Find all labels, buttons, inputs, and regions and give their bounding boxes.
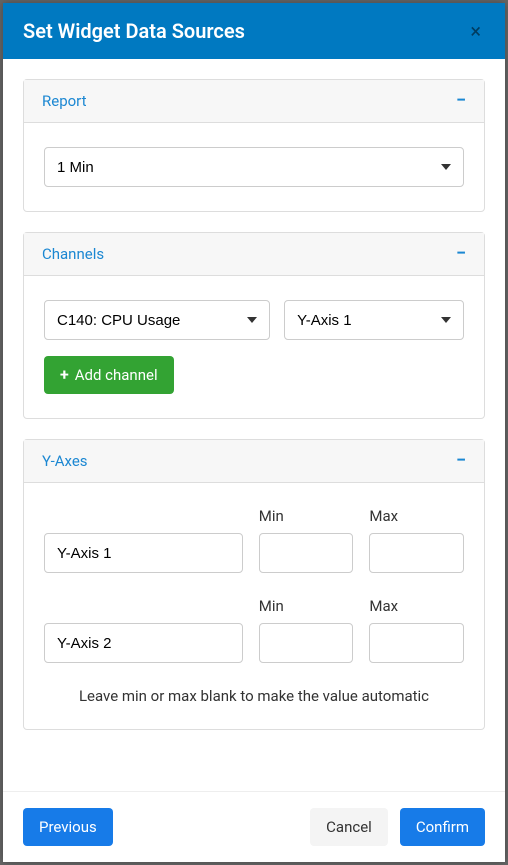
previous-button[interactable]: Previous [23, 808, 113, 846]
channel-axis-select[interactable]: Y-Axis 1 [284, 300, 464, 340]
panel-channels-header[interactable]: Channels − [24, 233, 484, 276]
modal-title: Set Widget Data Sources [23, 19, 245, 43]
yaxis-header-row: Min Max [44, 597, 464, 615]
yaxis-max-input[interactable] [369, 623, 464, 663]
confirm-button[interactable]: Confirm [400, 808, 485, 846]
panel-report: Report − 1 Min [23, 79, 485, 212]
channel-select[interactable]: C140: CPU Usage [44, 300, 270, 340]
modal-set-widget-data-sources: Set Widget Data Sources × Report − 1 Min… [3, 3, 505, 862]
collapse-icon: − [456, 452, 466, 470]
panel-report-header[interactable]: Report − [24, 80, 484, 123]
yaxis-header-row: Min Max [44, 507, 464, 525]
panel-yaxes: Y-Axes − Min Max Min Max [23, 439, 485, 730]
collapse-icon: − [456, 245, 466, 263]
add-channel-label: Add channel [75, 366, 158, 384]
cancel-button[interactable]: Cancel [310, 808, 388, 846]
modal-footer: Previous Cancel Confirm [3, 791, 505, 862]
channel-row: C140: CPU Usage Y-Axis 1 [44, 300, 464, 340]
panel-yaxes-title: Y-Axes [42, 452, 88, 470]
yaxis-min-input[interactable] [259, 623, 354, 663]
yaxis-name-input[interactable] [44, 623, 243, 663]
add-channel-button[interactable]: + Add channel [44, 356, 174, 394]
yaxis-row [44, 533, 464, 573]
panel-channels-title: Channels [42, 245, 104, 263]
yaxis-max-input[interactable] [369, 533, 464, 573]
panel-report-title: Report [42, 92, 87, 110]
close-icon[interactable]: × [466, 21, 485, 41]
panel-channels: Channels − C140: CPU Usage Y-Axis 1 + Ad… [23, 232, 485, 419]
max-label: Max [369, 597, 464, 615]
collapse-icon: − [456, 92, 466, 110]
panel-yaxes-body: Min Max Min Max Leav [24, 483, 484, 729]
yaxis-row [44, 623, 464, 663]
yaxis-min-input[interactable] [259, 533, 354, 573]
footer-right: Cancel Confirm [310, 808, 485, 846]
modal-body: Report − 1 Min Channels − C140: CPU Usag… [3, 59, 505, 791]
panel-yaxes-header[interactable]: Y-Axes − [24, 440, 484, 483]
yaxis-name-input[interactable] [44, 533, 243, 573]
panel-report-body: 1 Min [24, 123, 484, 211]
min-label: Min [259, 597, 354, 615]
panel-channels-body: C140: CPU Usage Y-Axis 1 + Add channel [24, 276, 484, 418]
modal-header: Set Widget Data Sources × [3, 3, 505, 59]
plus-icon: + [60, 367, 69, 383]
yaxes-hint: Leave min or max blank to make the value… [44, 687, 464, 705]
max-label: Max [369, 507, 464, 525]
min-label: Min [259, 507, 354, 525]
report-select[interactable]: 1 Min [44, 147, 464, 187]
